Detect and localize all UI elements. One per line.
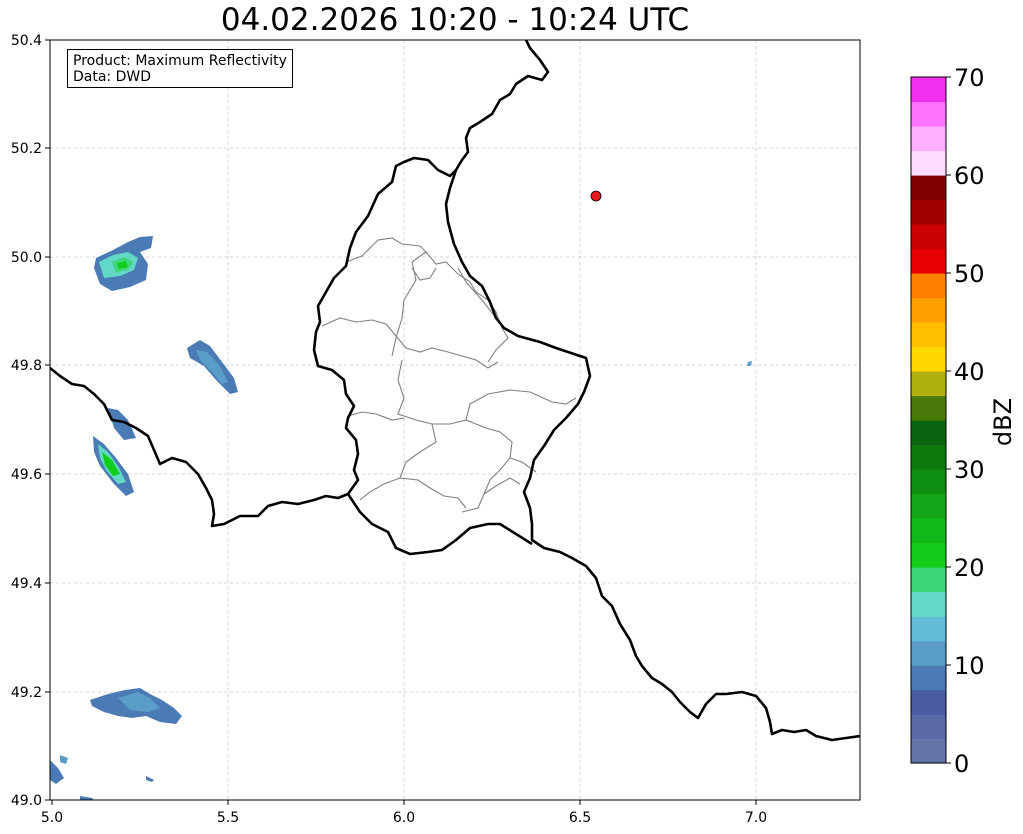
colorbar: 0 10 20 30 40 50 60 70 dBZ: [910, 64, 1017, 778]
y-tick-label: 49.0: [11, 793, 42, 809]
colorbar-swatch: [911, 518, 946, 544]
x-tick-label: 5.5: [217, 810, 239, 826]
y-tick-label: 50.2: [11, 141, 42, 157]
colorbar-swatch: [911, 640, 946, 666]
y-axis: 50.4 50.2 50.0 49.8 49.6 49.4 49.2 49.0: [11, 33, 50, 809]
colorbar-swatch: [911, 224, 946, 250]
colorbar-swatch: [911, 738, 946, 764]
colorbar-swatch: [911, 395, 946, 421]
colorbar-tick-label: 70: [954, 64, 985, 92]
y-tick-label: 49.6: [11, 467, 42, 483]
x-tick-label: 7.0: [745, 810, 767, 826]
y-tick-label: 49.4: [11, 576, 42, 592]
colorbar-swatch: [911, 297, 946, 323]
map-title: 04.02.2026 10:20 - 10:24 UTC: [220, 2, 690, 38]
x-tick-label: 5.0: [41, 810, 63, 826]
colorbar-swatch: [911, 542, 946, 568]
colorbar-ticks: [946, 76, 951, 764]
data-source-label: Data: DWD: [73, 69, 151, 85]
colorbar-unit-label: dBZ: [989, 398, 1017, 446]
colorbar-swatch: [911, 616, 946, 642]
colorbar-tick-label: 40: [954, 358, 985, 386]
colorbar-swatch: [911, 714, 946, 740]
colorbar-swatch: [911, 175, 946, 201]
radar-site-marker: [590, 190, 602, 202]
colorbar-swatch: [911, 126, 946, 152]
colorbar-tick-label: 0: [954, 750, 969, 778]
radar-map: 5.0 5.5 6.0 6.5 7.0 50.4 50.2 50.0 49.8 …: [11, 33, 1017, 826]
colorbar-swatch: [911, 273, 946, 299]
x-tick-label: 6.5: [569, 810, 591, 826]
colorbar-swatch: [911, 567, 946, 593]
info-box: Product: Maximum Reflectivity Data: DWD: [67, 49, 293, 88]
colorbar-swatch: [911, 444, 946, 470]
colorbar-swatch: [911, 689, 946, 715]
x-axis: 5.0 5.5 6.0 6.5 7.0: [41, 800, 767, 826]
colorbar-swatch: [911, 77, 946, 103]
colorbar-swatch: [911, 248, 946, 274]
colorbar-swatch: [911, 371, 946, 397]
colorbar-swatch: [911, 665, 946, 691]
colorbar-swatches: [911, 77, 946, 764]
colorbar-tick-label: 10: [954, 652, 985, 680]
colorbar-swatch: [911, 199, 946, 225]
y-tick-label: 50.4: [11, 33, 42, 49]
colorbar-tick-label: 60: [954, 162, 985, 190]
y-tick-label: 49.8: [11, 358, 42, 374]
colorbar-tick-label: 20: [954, 554, 985, 582]
colorbar-swatch: [911, 346, 946, 372]
colorbar-swatch: [911, 420, 946, 446]
colorbar-swatch: [911, 101, 946, 127]
x-tick-label: 6.0: [393, 810, 415, 826]
colorbar-tick-label: 50: [954, 260, 985, 288]
colorbar-swatch: [911, 322, 946, 348]
y-tick-label: 50.0: [11, 250, 42, 266]
product-label: Product: Maximum Reflectivity: [73, 53, 287, 69]
colorbar-swatch: [911, 150, 946, 176]
colorbar-tick-label: 30: [954, 456, 985, 484]
colorbar-swatch: [911, 591, 946, 617]
colorbar-swatch: [911, 469, 946, 495]
y-tick-label: 49.2: [11, 685, 42, 701]
colorbar-swatch: [911, 493, 946, 519]
plot-area: [50, 40, 860, 800]
